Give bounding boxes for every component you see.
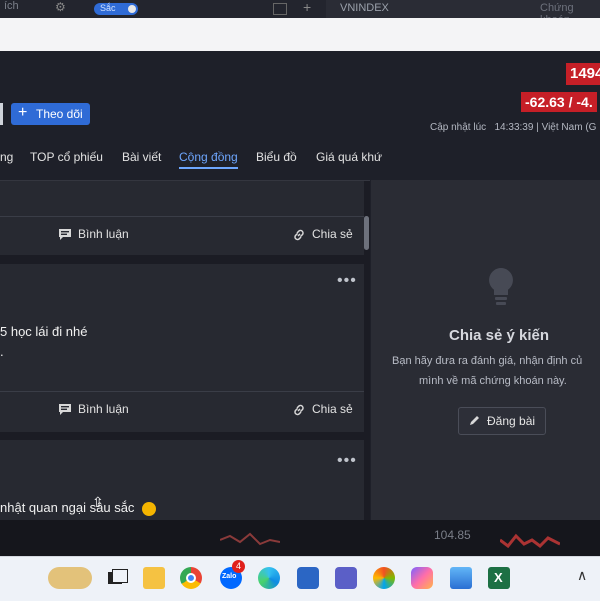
cursor-icon: ⇧ [92, 494, 104, 510]
emoji-icon [142, 501, 157, 516]
updated-time: 14:33:39 [494, 122, 534, 133]
comment-icon [59, 229, 71, 241]
share-button[interactable]: Chia sẻ [292, 227, 353, 242]
new-post-button[interactable]: Đăng bài [458, 407, 546, 435]
comment-icon [59, 404, 71, 416]
updated-region: | Việt Nam (G [536, 122, 597, 133]
grid-icon[interactable] [273, 3, 287, 15]
top-app-bar: ích ⚙ Sắc + VNINDEX Chứng khoán [0, 0, 600, 19]
more-options-icon[interactable]: ••• [337, 272, 357, 290]
tab-community[interactable]: Cộng đồng [179, 150, 238, 169]
topbar-fragment: ích [4, 0, 19, 12]
index-change: -62.63 / -4. [521, 92, 597, 112]
search-text: VNINDEX [340, 2, 389, 14]
gallery-icon[interactable] [450, 567, 472, 589]
more-options-icon[interactable]: ••• [337, 452, 357, 470]
updated-label: Cập nhật lúc [430, 122, 487, 133]
gear-icon[interactable]: ⚙ [55, 0, 66, 14]
file-explorer-icon[interactable] [143, 567, 165, 589]
tab-chart[interactable]: Biểu đồ [256, 150, 297, 164]
weather-widget-icon[interactable] [48, 567, 92, 589]
post-text-more: . [0, 344, 4, 359]
community-feed: Bình luận Chia sẻ ••• 5 học lái đi nhé .… [0, 180, 370, 521]
excel-icon[interactable]: X [488, 567, 510, 589]
search-hint: Chứng khoán [540, 2, 574, 18]
prev-button-edge[interactable] [0, 103, 3, 125]
pencil-icon [470, 416, 479, 425]
comment-button[interactable]: Bình luận [58, 402, 129, 416]
plus-icon[interactable]: + [303, 0, 311, 15]
top-search-bar[interactable]: VNINDEX Chứng khoán [326, 0, 600, 18]
link-icon [294, 404, 304, 416]
follow-label: Theo dõi [36, 107, 83, 121]
panel-title: Chia sẻ ý kiến [449, 327, 550, 344]
tab-top-stocks[interactable]: TOP cổ phiếu [30, 150, 103, 164]
follow-button[interactable]: + Theo dõi [11, 103, 90, 125]
share-opinion-panel [371, 180, 600, 520]
tab-overview[interactable]: ng [0, 150, 13, 164]
lightbulb-icon [489, 268, 513, 305]
store-icon[interactable] [297, 567, 319, 589]
post-card: Bình luận Chia sẻ [0, 181, 364, 255]
copilot-icon[interactable] [411, 567, 433, 589]
link-icon [294, 229, 304, 241]
edge-icon[interactable] [258, 567, 280, 589]
toggle-label: Sắc [100, 3, 116, 13]
teams-icon[interactable] [335, 567, 357, 589]
share-button[interactable]: Chia sẻ [292, 402, 353, 417]
chrome-icon[interactable] [180, 567, 202, 589]
post-text: 5 học lái đi nhé [0, 324, 88, 339]
feed-scrollbar[interactable] [364, 216, 369, 250]
tab-price-history[interactable]: Giá quá khứ [316, 150, 382, 164]
taskbar: Zalo 4 X ∧ [0, 556, 600, 601]
post-text: nhật quan ngại sâu sắc [0, 500, 157, 516]
photos-icon[interactable] [373, 567, 395, 589]
update-time: Cập nhật lúc 14:33:39 | Việt Nam (G [430, 122, 596, 133]
tab-articles[interactable]: Bài viết [122, 150, 161, 164]
header-band [0, 18, 600, 52]
panel-desc-line2: mình về mã chứng khoán này. [419, 375, 567, 387]
panel-desc-line1: Bạn hãy đưa ra đánh giá, nhận định củ [392, 355, 583, 367]
zalo-icon[interactable]: Zalo 4 [220, 560, 245, 589]
chevron-up-icon[interactable]: ∧ [577, 567, 587, 584]
new-post-label: Đăng bài [487, 414, 536, 428]
theme-toggle[interactable]: Sắc [94, 3, 138, 15]
plus-icon: + [18, 104, 28, 121]
index-price: 1494 [566, 63, 600, 85]
background-chart-strip: 104.85 [0, 520, 600, 556]
strip-value: 104.85 [434, 528, 471, 542]
task-view-icon[interactable] [105, 567, 128, 589]
post-card: ••• nhật quan ngại sâu sắc ⇧ [0, 440, 364, 521]
post-card: ••• 5 học lái đi nhé . Bình luận Chia sẻ [0, 264, 364, 432]
zalo-badge: 4 [232, 560, 245, 573]
comment-button[interactable]: Bình luận [58, 227, 129, 241]
